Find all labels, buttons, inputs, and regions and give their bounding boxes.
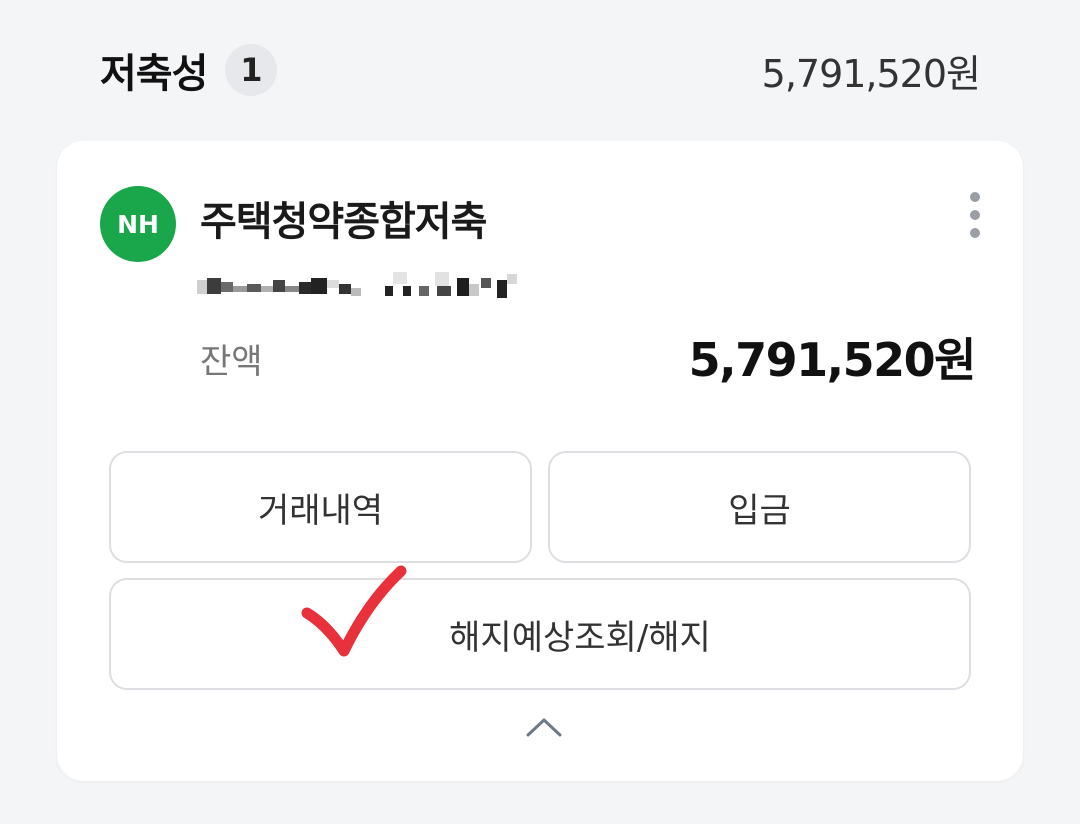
balance-value: 5,791,520원 (688, 333, 977, 387)
deposit-button[interactable]: 입금 (548, 451, 971, 563)
chevron-up-icon[interactable] (524, 715, 564, 739)
transaction-history-button[interactable]: 거래내역 (109, 451, 532, 563)
section-title: 저축성 (100, 51, 208, 97)
account-number-redacted (197, 272, 517, 298)
account-card: NH 주택청약종합저축 잔액 5,791,520원 거래내역 입금 해지예상조회… (57, 141, 1023, 781)
termination-inquiry-label: 해지예상조회/해지 (449, 617, 711, 658)
termination-inquiry-button[interactable]: 해지예상조회/해지 (109, 578, 971, 690)
account-name[interactable]: 주택청약종합저축 (200, 189, 487, 247)
nh-bank-logo: NH (100, 186, 176, 262)
deposit-label: 입금 (728, 490, 791, 531)
section-total: 5,791,520원 (761, 51, 981, 96)
section-header: 저축성 1 5,791,520원 (100, 40, 981, 100)
more-vertical-icon[interactable] (955, 189, 995, 249)
transaction-history-label: 거래내역 (257, 490, 384, 531)
balance-label: 잔액 (200, 342, 263, 382)
count-badge: 1 (225, 44, 278, 96)
